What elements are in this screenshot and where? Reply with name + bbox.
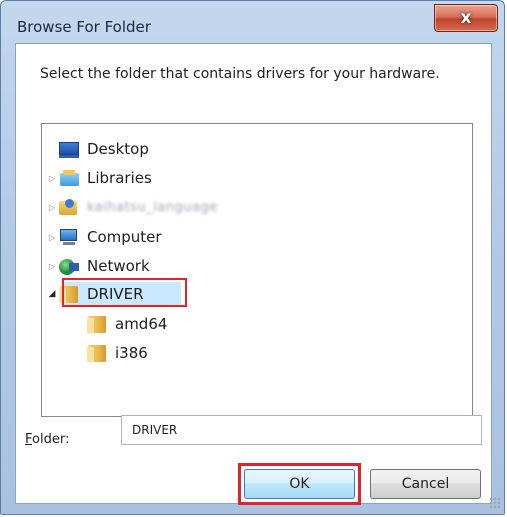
folder-input[interactable] <box>121 415 482 445</box>
expand-arrow-icon[interactable]: ▷ <box>47 203 57 212</box>
tree-item-label: i386 <box>115 344 148 362</box>
tree-item-driver[interactable]: ◢ DRIVER <box>47 282 144 306</box>
collapse-arrow-icon[interactable]: ◢ <box>47 289 57 299</box>
folder-label: Folder: <box>25 432 69 447</box>
tree-item-i386[interactable]: i386 <box>87 341 148 365</box>
tree-item-label: Desktop <box>87 140 149 158</box>
computer-icon <box>59 228 79 246</box>
user-folder-icon <box>59 198 79 216</box>
cancel-button[interactable]: Cancel <box>370 469 481 499</box>
expand-arrow-icon[interactable]: ▷ <box>47 233 57 242</box>
tree-item-desktop[interactable]: Desktop <box>59 137 149 161</box>
expand-arrow-icon[interactable]: ▷ <box>47 174 57 183</box>
folder-tree[interactable]: Desktop ▷ Libraries ▷ kaihatsu_language … <box>41 123 473 417</box>
close-button[interactable]: x <box>434 4 498 32</box>
tree-item-label: Libraries <box>87 169 152 187</box>
tree-item-label: kaihatsu_language <box>87 199 218 215</box>
dialog-window: Browse For Folder x Select the folder th… <box>0 0 505 515</box>
instruction-text: Select the folder that contains drivers … <box>40 66 440 82</box>
folder-icon <box>87 315 107 333</box>
tree-item-amd64[interactable]: amd64 <box>87 312 167 336</box>
folder-icon <box>87 344 107 362</box>
desktop-icon <box>59 140 79 158</box>
window-title: Browse For Folder <box>17 18 151 36</box>
tree-item-label: amd64 <box>115 315 168 333</box>
ok-button[interactable]: OK <box>244 469 355 499</box>
folder-label-accesskey: F <box>25 432 33 447</box>
tree-item-label: Computer <box>87 228 162 246</box>
tree-item-libraries[interactable]: ▷ Libraries <box>47 166 152 190</box>
folder-icon <box>59 285 79 303</box>
tree-item-label: DRIVER <box>87 285 144 303</box>
network-icon <box>59 257 79 275</box>
expand-arrow-icon[interactable]: ▷ <box>47 262 57 271</box>
tree-item-computer[interactable]: ▷ Computer <box>47 225 162 249</box>
resize-grip-icon[interactable] <box>489 497 501 509</box>
tree-item-network[interactable]: ▷ Network <box>47 254 150 278</box>
tree-item-user-folder[interactable]: ▷ kaihatsu_language <box>47 195 218 219</box>
tree-item-label: Network <box>87 257 150 275</box>
close-icon: x <box>460 8 472 28</box>
folder-label-text: older: <box>32 432 70 447</box>
libraries-icon <box>59 169 79 187</box>
